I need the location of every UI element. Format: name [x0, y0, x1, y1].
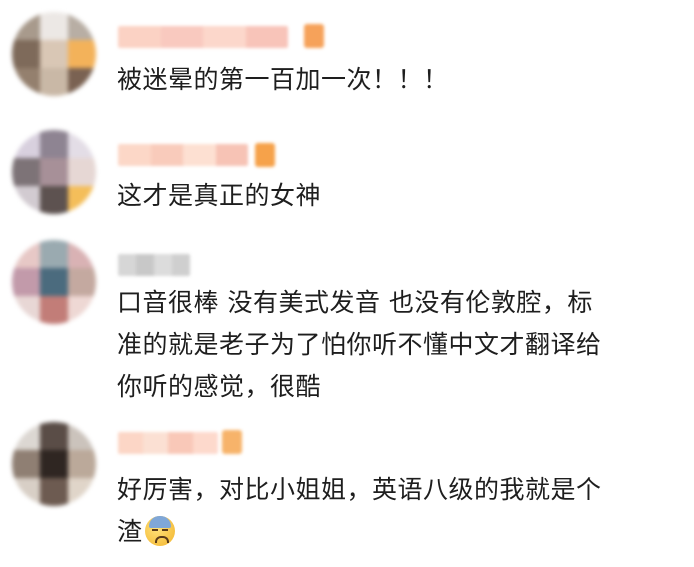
- user-avatar[interactable]: [12, 130, 96, 214]
- name-bar-segment: [193, 432, 218, 454]
- user-badge-icon: [222, 430, 242, 454]
- avatar-pixel: [40, 450, 68, 478]
- avatar-pixel: [40, 296, 68, 324]
- avatar-pixel: [12, 158, 40, 186]
- name-bar-segment: [118, 254, 136, 276]
- comment-text: 口音很棒 没有美式发音 也没有伦敦腔，标 准的就是老子为了怕你听不懂中文才翻译给…: [117, 288, 602, 401]
- avatar-pixel: [40, 240, 68, 268]
- avatar-pixel: [40, 186, 68, 214]
- avatar-pixel: [40, 40, 68, 68]
- name-bar-segment: [172, 254, 190, 276]
- name-bar-segment: [183, 144, 216, 166]
- username-blurred[interactable]: [118, 432, 218, 454]
- avatar-pixel: [12, 12, 40, 40]
- avatar-pixel: [12, 478, 40, 506]
- avatar-pixel: [40, 422, 68, 450]
- name-bar-segment: [160, 26, 203, 48]
- avatar-pixel: [68, 240, 96, 268]
- avatar-pixel: [68, 68, 96, 96]
- avatar-pixel: [12, 296, 40, 324]
- name-bar-segment: [136, 254, 154, 276]
- username-blurred[interactable]: [118, 254, 190, 276]
- comment-text: 这才是真正的女神: [117, 181, 322, 210]
- avatar-pixel: [12, 450, 40, 478]
- avatar-pixel: [40, 268, 68, 296]
- name-bar-segment: [150, 144, 183, 166]
- user-avatar[interactable]: [12, 422, 96, 506]
- avatar-pixel: [68, 296, 96, 324]
- avatar-pixel: [40, 478, 68, 506]
- avatar-pixel: [68, 130, 96, 158]
- user-avatar[interactable]: [12, 12, 96, 96]
- user-avatar[interactable]: [12, 240, 96, 324]
- avatar-pixel: [68, 40, 96, 68]
- avatar-pixel: [68, 450, 96, 478]
- avatar-pixel: [12, 422, 40, 450]
- name-bar-segment: [118, 432, 143, 454]
- avatar-pixel: [12, 68, 40, 96]
- avatar-pixel: [68, 12, 96, 40]
- name-bar-segment: [245, 26, 288, 48]
- name-bar-segment: [168, 432, 193, 454]
- avatar-pixel: [68, 268, 96, 296]
- name-bar-segment: [118, 26, 161, 48]
- name-bar-segment: [154, 254, 172, 276]
- comment-text: 好厉害，对比小姐姐，英语八级的我就是个 渣: [117, 475, 602, 546]
- avatar-pixel: [12, 240, 40, 268]
- user-badge-icon: [304, 24, 324, 48]
- avatar-pixel: [12, 40, 40, 68]
- avatar-pixel: [40, 130, 68, 158]
- avatar-pixel: [12, 268, 40, 296]
- avatar-pixel: [40, 12, 68, 40]
- name-bar-segment: [143, 432, 168, 454]
- avatar-pixel: [68, 478, 96, 506]
- avatar-pixel: [68, 186, 96, 214]
- avatar-pixel: [40, 68, 68, 96]
- name-bar-segment: [215, 144, 248, 166]
- name-bar-segment: [118, 144, 151, 166]
- username-blurred[interactable]: [118, 26, 288, 48]
- avatar-pixel: [68, 158, 96, 186]
- avatar-pixel: [12, 186, 40, 214]
- user-badge-icon: [255, 143, 275, 167]
- avatar-pixel: [68, 422, 96, 450]
- avatar-pixel: [40, 158, 68, 186]
- name-bar-segment: [203, 26, 246, 48]
- comment-text: 被迷晕的第一百加一次！！！: [117, 65, 449, 94]
- avatar-pixel: [12, 130, 40, 158]
- username-blurred[interactable]: [118, 144, 248, 166]
- cold-sweat-emoji-icon: [144, 516, 175, 546]
